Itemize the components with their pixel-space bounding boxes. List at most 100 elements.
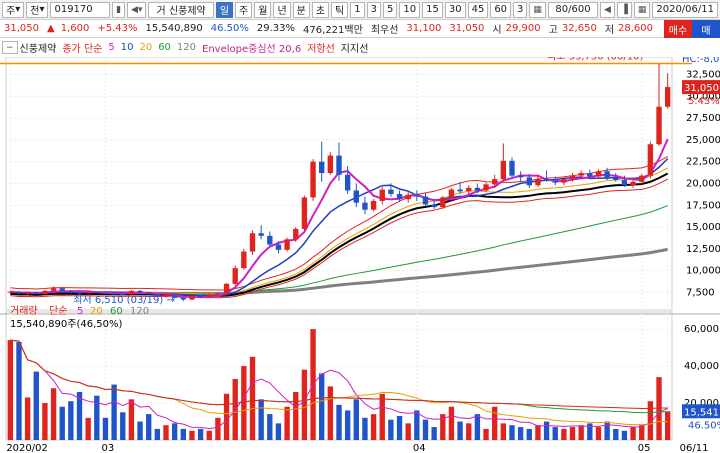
- candle-body: [414, 194, 420, 197]
- candle-body: [492, 179, 498, 185]
- volume-bar: [249, 356, 256, 440]
- volume-bar: [68, 401, 74, 440]
- volume-bar: [146, 414, 152, 440]
- split-icon[interactable]: ▐: [616, 1, 632, 18]
- ma20-legend: 20: [139, 42, 153, 53]
- volume-bar: [561, 428, 567, 440]
- candle-body: [526, 177, 532, 186]
- candle-body: [578, 173, 584, 176]
- change-rate: +5.43%: [97, 23, 138, 34]
- volume-bar: [16, 342, 22, 440]
- prev-icon[interactable]: ◀: [600, 1, 615, 18]
- ma5-legend: 5: [108, 42, 115, 53]
- volume-legend-item: 120: [130, 306, 149, 317]
- date-input[interactable]: 2020/06/11: [652, 1, 718, 18]
- candle-body: [604, 171, 610, 179]
- candle-body: [16, 291, 22, 294]
- candle-body: [267, 235, 273, 245]
- interval-tab-4[interactable]: 15: [422, 1, 443, 18]
- candle-body: [76, 292, 83, 294]
- menu-select-2[interactable]: 전 ▾: [26, 1, 49, 18]
- volume-bar: [284, 406, 290, 440]
- menu-select-1[interactable]: 주 ▾: [2, 1, 25, 18]
- candle-body: [474, 187, 481, 191]
- volume-bar: [664, 411, 671, 440]
- candle-body: [50, 288, 57, 291]
- speaker-icon[interactable]: ◀▾: [127, 1, 147, 18]
- code-input[interactable]: 019170: [50, 1, 111, 18]
- period-tab-3[interactable]: 년: [273, 1, 291, 18]
- volume-bar: [543, 421, 550, 440]
- volume-bar: [457, 421, 463, 440]
- calendar-icon[interactable]: ▦: [633, 1, 651, 18]
- volume-bar: [422, 419, 429, 440]
- candle-body: [517, 175, 524, 178]
- buy-button[interactable]: 매수: [664, 20, 692, 38]
- volume-bar: [197, 428, 204, 440]
- volume-ratio: 46.50%: [210, 23, 249, 34]
- candle-body: [535, 179, 541, 186]
- grid-icon[interactable]: ▦: [529, 1, 546, 18]
- period-tab-5[interactable]: 초: [311, 1, 330, 18]
- volume-bar: [656, 377, 662, 440]
- candle-body: [206, 294, 212, 297]
- sell-button[interactable]: 매: [692, 20, 720, 38]
- interval-tab-7[interactable]: 60: [490, 1, 512, 18]
- search-icon[interactable]: ▮: [112, 1, 126, 18]
- candle-body: [552, 180, 558, 183]
- interval-tab-0[interactable]: 1: [350, 1, 365, 18]
- volume-bar: [293, 391, 299, 440]
- interval-tab-1[interactable]: 3: [366, 1, 381, 18]
- candle-body: [647, 144, 654, 176]
- volume-bar: [137, 421, 143, 440]
- current-volume-tag-text: 15,541: [684, 407, 719, 418]
- candle-body: [353, 190, 359, 203]
- interval-tab-6[interactable]: 45: [467, 1, 489, 18]
- ma120-line: [10, 247, 668, 295]
- volume-bar: [595, 427, 602, 440]
- x-axis-label: 05: [638, 443, 651, 453]
- volume-bar: [492, 406, 498, 440]
- volume-bar: [59, 406, 65, 440]
- resistance-legend: 저항선: [307, 44, 335, 55]
- candle-body: [42, 290, 48, 294]
- interval-tab-3[interactable]: 10: [399, 1, 421, 18]
- volume-bar: [7, 340, 14, 440]
- x-axis-label: 06/11: [680, 443, 709, 453]
- period-tab-2[interactable]: 월: [254, 1, 272, 18]
- period-tab-0[interactable]: 일: [215, 1, 234, 18]
- interval-tab-8[interactable]: 3: [513, 1, 528, 18]
- candle-body: [483, 184, 489, 191]
- period-tab-4[interactable]: 분: [292, 1, 310, 18]
- collapse-icon[interactable]: −: [2, 41, 18, 54]
- volume-bar: [33, 371, 39, 440]
- stock-name-box[interactable]: 거 신풍제약: [148, 1, 214, 18]
- volume-bar: [414, 410, 420, 440]
- candle-body: [223, 283, 230, 294]
- candle-body: [85, 292, 91, 294]
- chart-area[interactable]: 32,50030,00027,50025,00022,50020,00017,5…: [0, 38, 720, 453]
- candle-body: [543, 179, 550, 181]
- volume-bar: [466, 423, 472, 440]
- name-prefix: 거: [156, 6, 166, 17]
- volume-bar: [267, 414, 273, 440]
- high-label: 고: [548, 25, 558, 36]
- toolbar: 주 ▾ 전 ▾ 019170 ▮ ◀▾ 거 신풍제약 일주월년분초틱 1 3 5 10 15…: [0, 0, 720, 20]
- count-input[interactable]: 80/600: [547, 1, 598, 18]
- volume-bar: [215, 417, 221, 440]
- interval-tab-2[interactable]: 5: [383, 1, 398, 18]
- candle-body: [249, 233, 256, 252]
- price-tick-label: 22,500: [686, 157, 720, 168]
- candle-body: [7, 291, 14, 293]
- volume-bar: [223, 393, 230, 440]
- ma60-line: [10, 205, 668, 295]
- volume-bar: [258, 399, 264, 440]
- candle-body: [197, 296, 204, 298]
- interval-tab-5[interactable]: 30: [444, 1, 466, 18]
- candle-body: [275, 244, 282, 250]
- volume-bar: [405, 423, 411, 440]
- volume-bar: [180, 428, 186, 440]
- period-tab-6[interactable]: 틱: [331, 1, 349, 18]
- volume-bar: [578, 425, 584, 440]
- period-tab-1[interactable]: 주: [235, 1, 253, 18]
